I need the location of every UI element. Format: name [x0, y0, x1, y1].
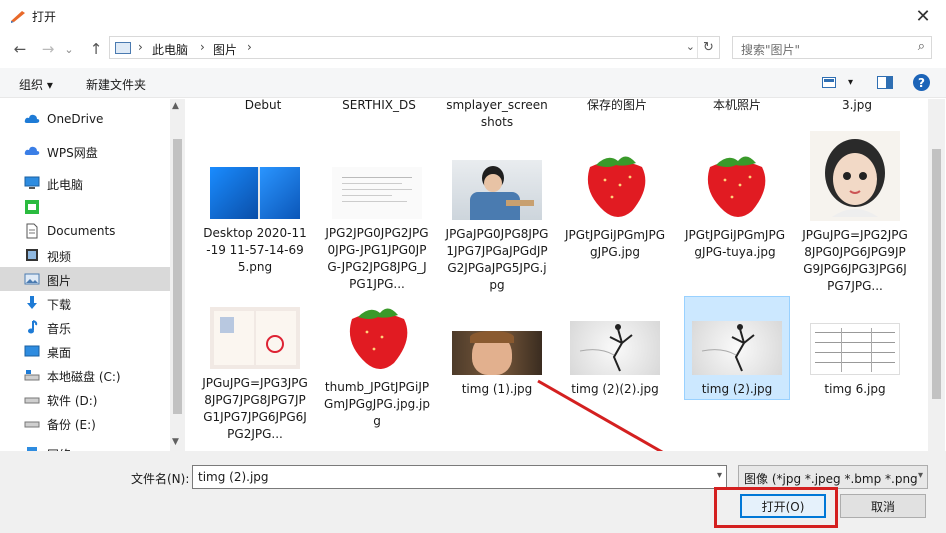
chevron-down-icon[interactable]: ▾	[917, 470, 923, 481]
cancel-button-label: 取消	[870, 499, 895, 514]
chevron-down-icon[interactable]: ▾	[717, 470, 722, 481]
annotation-highlight-box	[714, 487, 838, 528]
file-type-filter[interactable]: 图像 (*jpg *.jpeg *.bmp *.png ▾	[738, 465, 928, 489]
filename-value: timg (2).jpg	[198, 470, 269, 484]
filename-input[interactable]: timg (2).jpg ▾	[192, 465, 727, 489]
cancel-button[interactable]: 取消	[840, 494, 926, 518]
filename-label: 文件名(N):	[131, 472, 190, 486]
file-type-value: 图像 (*jpg *.jpeg *.bmp *.png	[744, 472, 918, 486]
